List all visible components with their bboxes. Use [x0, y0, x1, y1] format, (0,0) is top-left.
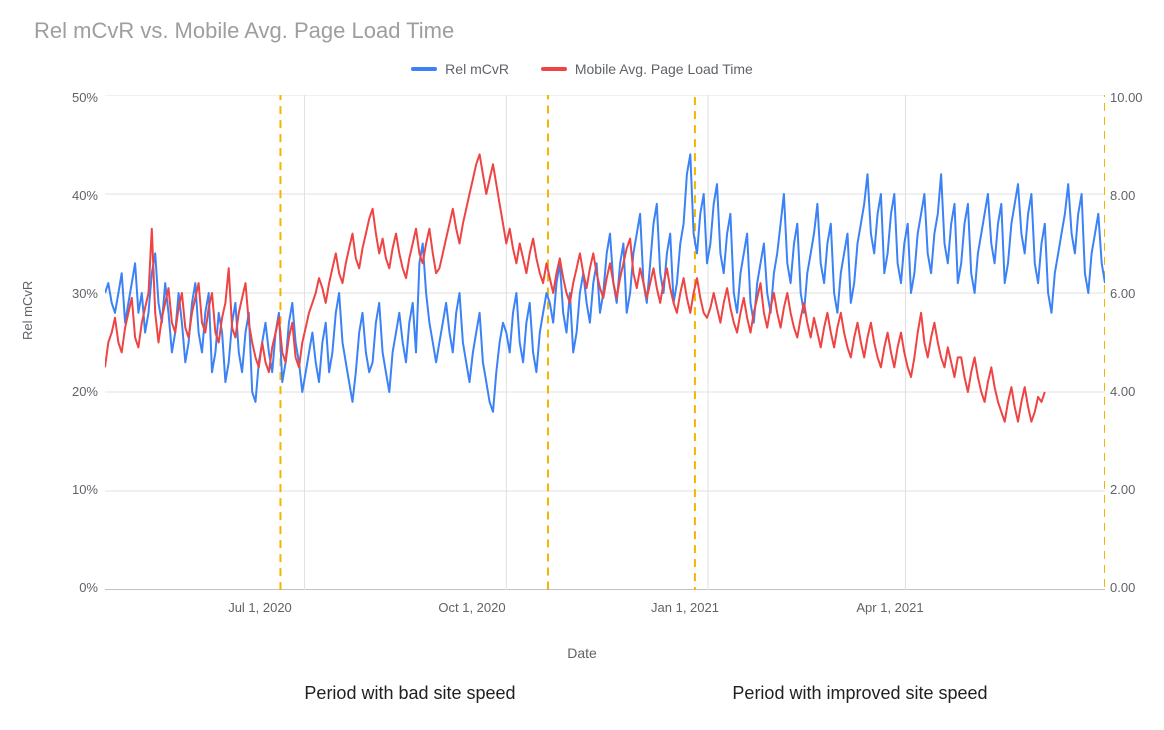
x-axis-label: Date	[0, 645, 1164, 661]
x-tick-1: Oct 1, 2020	[412, 600, 532, 615]
x-tick-0: Jul 1, 2020	[200, 600, 320, 615]
y-left-tick-0: 0%	[38, 580, 98, 595]
y-left-tick-2: 20%	[38, 384, 98, 399]
y-axis-left-label: Rel mCvR	[20, 281, 35, 340]
y-left-tick-5: 50%	[38, 90, 98, 105]
legend-label-2: Mobile Avg. Page Load Time	[575, 61, 753, 77]
y-right-tick-1: 2.00	[1110, 482, 1164, 497]
y-right-tick-3: 6.00	[1110, 286, 1164, 301]
legend: Rel mCvR Mobile Avg. Page Load Time	[0, 58, 1164, 77]
chart-svg	[105, 95, 1105, 590]
legend-item-1: Rel mCvR	[411, 61, 509, 77]
legend-item-2: Mobile Avg. Page Load Time	[541, 61, 753, 77]
annotation-bad-period: Period with bad site speed	[230, 683, 590, 704]
y-left-tick-3: 30%	[38, 286, 98, 301]
chart-title: Rel mCvR vs. Mobile Avg. Page Load Time	[34, 18, 454, 44]
y-right-tick-0: 0.00	[1110, 580, 1164, 595]
legend-label-1: Rel mCvR	[445, 61, 509, 77]
legend-swatch-2	[541, 67, 567, 71]
plot-area	[105, 95, 1105, 590]
y-right-tick-5: 10.00	[1110, 90, 1164, 105]
y-right-tick-4: 8.00	[1110, 188, 1164, 203]
annotation-improved-period: Period with improved site speed	[680, 683, 1040, 704]
x-tick-2: Jan 1, 2021	[625, 600, 745, 615]
legend-swatch-1	[411, 67, 437, 71]
x-tick-3: Apr 1, 2021	[830, 600, 950, 615]
y-right-tick-2: 4.00	[1110, 384, 1164, 399]
y-left-tick-4: 40%	[38, 188, 98, 203]
y-left-tick-1: 10%	[38, 482, 98, 497]
